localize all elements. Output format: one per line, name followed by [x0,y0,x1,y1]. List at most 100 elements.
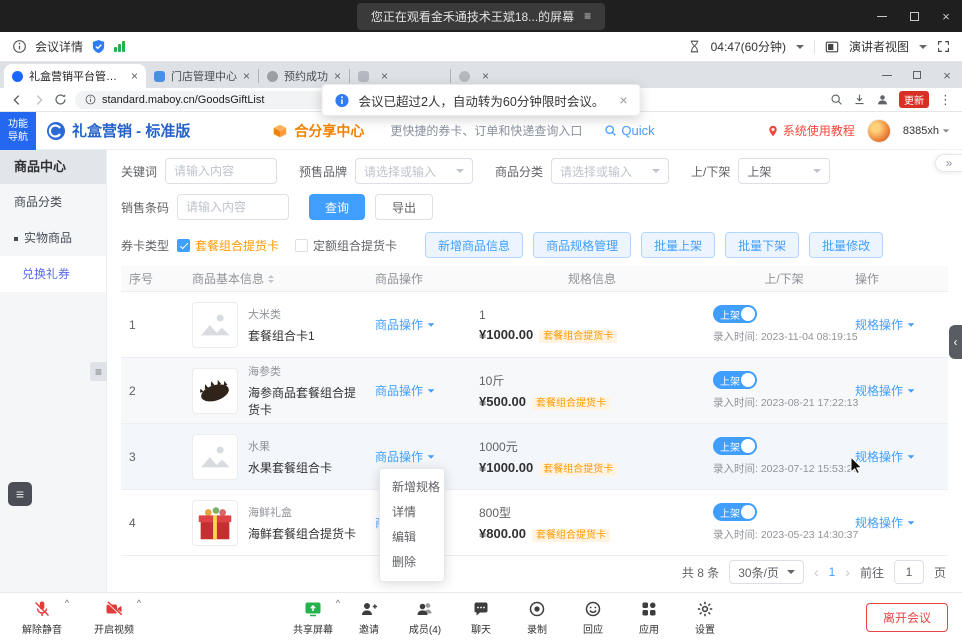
page-size-select[interactable]: 30条/页 [729,560,804,584]
share-center-link[interactable]: 合分享中心 [272,121,364,141]
sidebar-drag-handle[interactable]: ≡ [90,362,107,381]
panel-collapse-button[interactable]: » [935,154,962,172]
spec-op-dropdown[interactable]: 规格操作 [855,382,915,399]
search-zoom-icon[interactable] [830,93,843,106]
settings-button[interactable]: 设置 [677,598,733,636]
browser-tab-2[interactable]: 门店管理中心 × [146,64,258,88]
page-unit-label: 页 [934,564,946,581]
product-op-dropdown[interactable]: 商品操作 [375,382,435,399]
profile-icon[interactable] [876,93,889,106]
share-screen-button[interactable]: 共享屏幕 ^ [285,598,341,636]
barcode-input[interactable] [177,194,289,220]
members-button[interactable]: 成员(4) [397,598,453,636]
site-info-icon[interactable] [85,94,96,105]
shelf-toggle[interactable]: 上架 [713,371,757,389]
shield-check-icon[interactable] [91,39,106,54]
maximize-button[interactable] [898,0,930,32]
view-chevron-down-icon[interactable] [919,45,927,53]
brand-select[interactable]: 请选择或输入 [355,158,473,184]
category-select[interactable]: 请选择或输入 [551,158,669,184]
batch-edit-button[interactable]: 批量修改 [809,232,883,258]
current-page[interactable]: 1 [829,565,836,579]
tab-close-icon[interactable]: × [131,70,138,82]
network-signal-icon[interactable] [114,41,125,52]
sidebar-item-gift-voucher[interactable]: 兑换礼券 [0,256,106,292]
divider [814,40,815,54]
menu-item-details[interactable]: 详情 [380,500,444,525]
chat-label: 聊天 [471,621,491,636]
entry-time: 录入时间: 2023-05-23 14:30:37 [713,527,855,542]
invite-button[interactable]: 邀请 [341,598,397,636]
combo-card-checkbox[interactable] [177,239,190,252]
right-edge-collapse-handle[interactable]: ‹ [949,325,962,359]
browser-close-button[interactable]: × [932,62,962,88]
footer-left-group: 解除静音 ^ 开启视频 ^ [14,598,142,636]
browser-minimize-button[interactable] [872,62,902,88]
menu-item-delete[interactable]: 删除 [380,550,444,575]
unmute-button[interactable]: 解除静音 ^ [14,598,70,636]
keyword-input[interactable] [165,158,277,184]
search-button[interactable]: 查询 [309,194,365,220]
tutorial-link[interactable]: 系统使用教程 [767,122,855,139]
product-op-dropdown[interactable]: 商品操作 [375,316,435,333]
sidebar-group-product-center[interactable]: 商品中心 [0,150,106,184]
product-op-dropdown-open[interactable]: 商品操作 [375,448,435,465]
quick-search-link[interactable]: Quick [604,123,654,138]
tab-close-icon[interactable]: × [381,70,388,82]
browser-tab-1[interactable]: 礼盒营销平台管理中心 × [4,64,146,88]
spec-manage-button[interactable]: 商品规格管理 [533,232,631,258]
leave-meeting-button[interactable]: 离开会议 [866,603,948,632]
user-avatar[interactable] [867,119,891,143]
shelf-toggle[interactable]: 上架 [713,437,757,455]
sidebar-item-product-category[interactable]: 商品分类 [0,184,106,220]
shelf-select[interactable]: 上架 [738,158,830,184]
spec-op-dropdown[interactable]: 规格操作 [855,448,915,465]
username[interactable]: 8385xh [903,125,950,137]
reaction-button[interactable]: 回应 [565,598,621,636]
kebab-menu-icon[interactable]: ⋮ [939,92,952,108]
spec-op-dropdown[interactable]: 规格操作 [855,514,915,531]
col-product-info[interactable]: 商品基本信息 [185,270,365,287]
tab-close-icon[interactable]: × [482,70,489,82]
spec-op-dropdown[interactable]: 规格操作 [855,316,915,333]
reload-icon[interactable] [54,93,67,106]
meeting-floating-list-widget[interactable]: ≡ [8,482,32,506]
shelf-toggle[interactable]: 上架 [713,305,757,323]
fixed-card-checkbox[interactable] [295,239,308,252]
prev-page-button[interactable]: ‹ [814,564,819,580]
goto-page-input[interactable] [894,560,924,584]
mic-options-chevron-icon[interactable]: ^ [65,598,69,608]
sidebar-item-physical-goods[interactable]: 实物商品 [0,220,106,256]
minimize-button[interactable] [866,0,898,32]
function-nav-button[interactable]: 功能 导航 [0,112,36,150]
apps-button[interactable]: 应用 [621,598,677,636]
shelf-toggle[interactable]: 上架 [713,503,757,521]
chat-button[interactable]: 聊天 [453,598,509,636]
video-options-chevron-icon[interactable]: ^ [137,598,141,608]
tab-close-icon[interactable]: × [334,70,341,82]
share-options-chevron-icon[interactable]: ^ [336,598,340,608]
meeting-details-label[interactable]: 会议详情 [35,38,83,55]
menu-item-edit[interactable]: 编辑 [380,525,444,550]
toast-close-icon[interactable]: × [619,92,627,108]
fullscreen-icon[interactable] [937,40,950,53]
download-icon[interactable] [853,93,866,106]
forward-icon[interactable] [32,93,46,107]
back-icon[interactable] [10,93,24,107]
sort-icon[interactable] [268,272,274,286]
export-button[interactable]: 导出 [375,194,433,220]
timer-chevron-down-icon[interactable] [796,45,804,53]
menu-item-add-spec[interactable]: 新增规格 [380,475,444,500]
close-button[interactable]: × [930,0,962,32]
view-mode-label[interactable]: 演讲者视图 [849,38,909,55]
record-button[interactable]: 录制 [509,598,565,636]
batch-on-shelf-button[interactable]: 批量上架 [641,232,715,258]
add-product-button[interactable]: 新增商品信息 [425,232,523,258]
batch-off-shelf-button[interactable]: 批量下架 [725,232,799,258]
browser-maximize-button[interactable] [902,62,932,88]
update-badge[interactable]: 更新 [899,91,929,108]
start-video-button[interactable]: 开启视频 ^ [86,598,142,636]
next-page-button[interactable]: › [845,564,850,580]
banner-menu-icon[interactable]: ≡ [584,9,591,23]
tab-close-icon[interactable]: × [243,70,250,82]
